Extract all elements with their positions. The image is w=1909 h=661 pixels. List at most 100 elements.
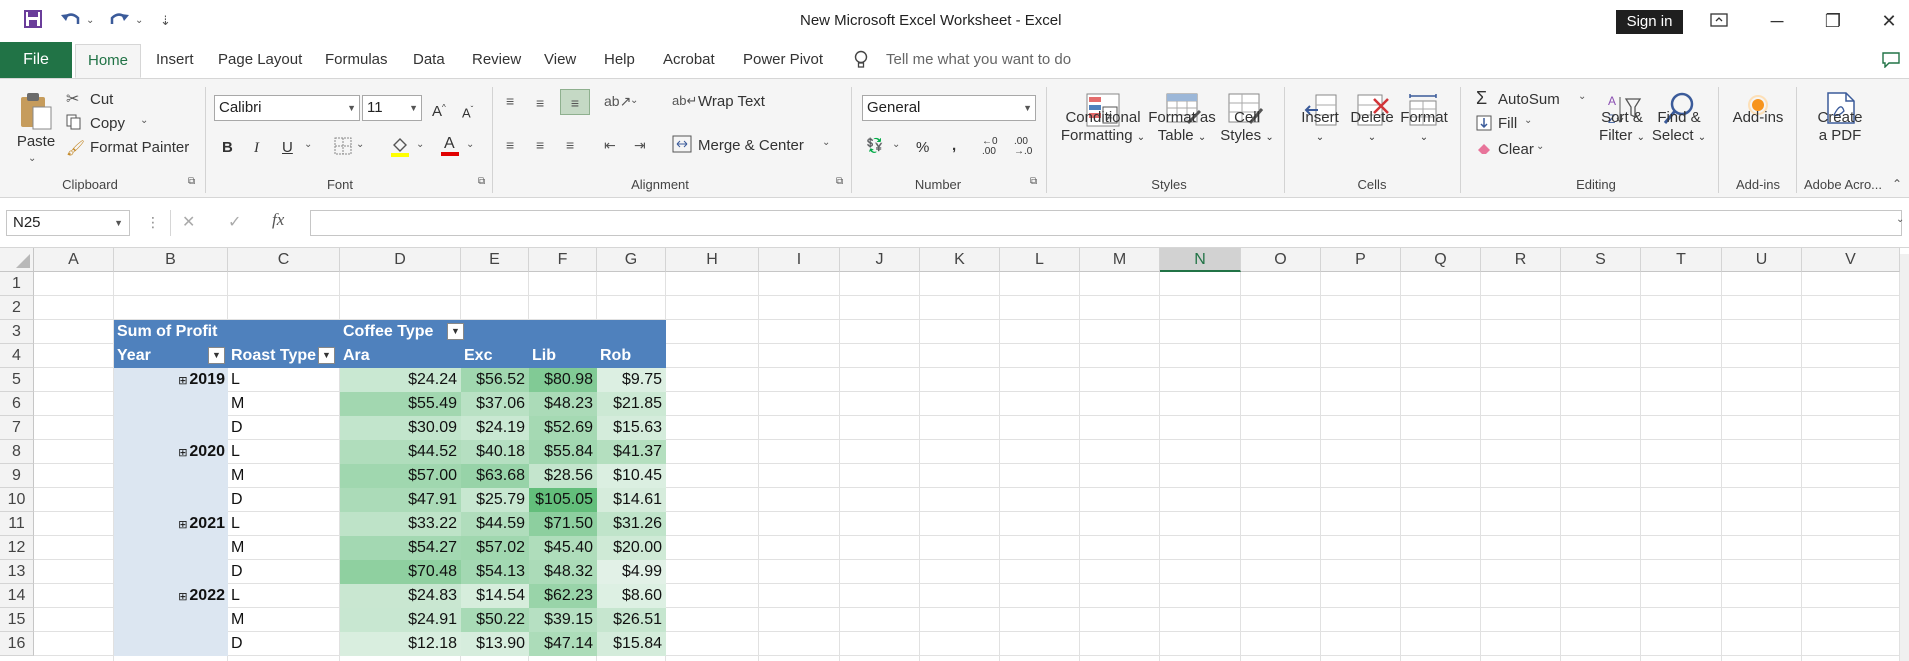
paste-button[interactable]: Paste xyxy=(14,133,58,151)
pivot-value-cell[interactable]: $52.69 xyxy=(529,416,597,440)
create-pdf-button[interactable]: Create a PDF xyxy=(1810,109,1870,145)
sort-filter-button[interactable]: Sort & Filter ⌄ xyxy=(1596,109,1648,147)
wrap-text-button[interactable]: Wrap Text xyxy=(698,93,765,111)
eraser-icon[interactable] xyxy=(1476,141,1492,160)
row-header-10[interactable]: 10 xyxy=(0,488,34,512)
pivot-value-cell[interactable]: $20.00 xyxy=(597,536,666,560)
column-header-D[interactable]: D xyxy=(340,248,461,272)
decrease-indent-icon[interactable]: ⇤ xyxy=(604,137,616,154)
borders-icon[interactable] xyxy=(334,137,352,160)
font-size-box[interactable]: 11 ▼ xyxy=(362,95,422,121)
customize-qat-icon[interactable]: ⇣ xyxy=(160,10,171,32)
enter-icon[interactable]: ✓ xyxy=(228,212,241,232)
font-color-icon[interactable]: A xyxy=(440,133,460,162)
pivot-value-cell[interactable]: $48.23 xyxy=(529,392,597,416)
conditional-formatting-button[interactable]: Conditional Formatting ⌄ xyxy=(1060,109,1146,147)
cut-button[interactable]: Cut xyxy=(90,91,113,109)
column-header-G[interactable]: G xyxy=(597,248,666,272)
pivot-value-cell[interactable]: $54.27 xyxy=(340,536,461,560)
column-header-T[interactable]: T xyxy=(1641,248,1722,272)
pivot-value-cell[interactable]: $63.68 xyxy=(461,464,529,488)
merge-dropdown-icon[interactable]: ⌄ xyxy=(822,137,830,148)
pivot-value-cell[interactable]: $56.52 xyxy=(461,368,529,392)
fill-icon[interactable] xyxy=(1476,115,1492,136)
row-header-15[interactable]: 15 xyxy=(0,608,34,632)
pivot-value-cell[interactable]: $15.63 xyxy=(597,416,666,440)
row-header-4[interactable]: 4 xyxy=(0,344,34,368)
underline-dropdown-icon[interactable]: ⌄ xyxy=(304,139,312,150)
collapse-ribbon-icon[interactable]: ⌃ xyxy=(1892,177,1902,191)
clear-button[interactable]: Clear xyxy=(1498,141,1534,159)
pivot-value-cell[interactable]: $54.13 xyxy=(461,560,529,584)
column-header-H[interactable]: H xyxy=(666,248,759,272)
pivot-value-cell[interactable]: $30.09 xyxy=(340,416,461,440)
sign-in-button[interactable]: Sign in xyxy=(1616,10,1683,34)
format-cells-button[interactable]: Format ⌄ xyxy=(1398,109,1450,147)
column-header-F[interactable]: F xyxy=(529,248,597,272)
pivot-value-cell[interactable]: $41.37 xyxy=(597,440,666,464)
minimize-icon[interactable]: ─ xyxy=(1762,8,1792,34)
tab-review[interactable]: Review xyxy=(472,42,521,78)
pivot-value-cell[interactable]: $10.45 xyxy=(597,464,666,488)
autosum-button[interactable]: AutoSum xyxy=(1498,91,1560,109)
cut-icon[interactable]: ✂ xyxy=(66,89,79,109)
wrap-text-icon[interactable]: ab↵ xyxy=(672,93,697,109)
pivot-value-cell[interactable]: $45.40 xyxy=(529,536,597,560)
pivot-value-cell[interactable]: $55.84 xyxy=(529,440,597,464)
pivot-value-cell[interactable]: $24.83 xyxy=(340,584,461,608)
align-top-icon[interactable]: ≡ xyxy=(506,93,514,109)
align-right-icon[interactable]: ≡ xyxy=(566,137,574,153)
pivot-value-cell[interactable]: $44.59 xyxy=(461,512,529,536)
format-as-table-button[interactable]: Format as Table ⌄ xyxy=(1144,109,1220,147)
orientation-icon[interactable]: ab↗ xyxy=(604,93,631,110)
vertical-scrollbar[interactable] xyxy=(1900,254,1909,661)
orientation-dropdown-icon[interactable]: ⌄ xyxy=(630,95,638,106)
fill-button[interactable]: Fill xyxy=(1498,115,1517,133)
redo-dropdown-icon[interactable]: ⌄ xyxy=(135,10,143,32)
clear-dropdown-icon[interactable]: ⌄ xyxy=(1536,141,1544,152)
align-bottom-icon[interactable]: ≡ xyxy=(560,89,590,115)
formula-input[interactable] xyxy=(310,210,1902,236)
number-launcher-icon[interactable]: ⧉ xyxy=(1030,176,1037,187)
select-all-corner[interactable] xyxy=(0,248,34,272)
tell-me-search[interactable]: Tell me what you want to do xyxy=(886,42,1071,78)
column-header-L[interactable]: L xyxy=(1000,248,1080,272)
row-header-3[interactable]: 3 xyxy=(0,320,34,344)
pivot-value-cell[interactable]: $24.24 xyxy=(340,368,461,392)
row-header-12[interactable]: 12 xyxy=(0,536,34,560)
pivot-value-cell[interactable]: $37.06 xyxy=(461,392,529,416)
pivot-value-cell[interactable]: $47.91 xyxy=(340,488,461,512)
pivot-value-cell[interactable]: $70.48 xyxy=(340,560,461,584)
pivot-value-cell[interactable]: $62.23 xyxy=(529,584,597,608)
row-header-6[interactable]: 6 xyxy=(0,392,34,416)
pivot-value-cell[interactable]: $8.60 xyxy=(597,584,666,608)
add-ins-button[interactable]: Add-ins xyxy=(1728,109,1788,127)
coffee-type-filter-icon[interactable]: ▼ xyxy=(447,323,464,340)
accounting-format-icon[interactable]: 💱 xyxy=(866,137,883,154)
column-header-S[interactable]: S xyxy=(1561,248,1641,272)
expand-collapse-icon[interactable]: ⊞ xyxy=(178,591,187,603)
tab-acrobat[interactable]: Acrobat xyxy=(663,42,715,78)
expand-collapse-icon[interactable]: ⊞ xyxy=(178,375,187,387)
column-header-E[interactable]: E xyxy=(461,248,529,272)
pivot-value-cell[interactable]: $47.14 xyxy=(529,632,597,656)
pivot-value-cell[interactable]: $24.91 xyxy=(340,608,461,632)
merge-center-icon[interactable] xyxy=(672,135,692,158)
comma-icon[interactable]: , xyxy=(952,137,956,155)
insert-cells-button[interactable]: Insert ⌄ xyxy=(1296,109,1344,147)
decrease-decimal-icon[interactable]: .00 →.0 xyxy=(1014,137,1032,157)
increase-decimal-icon[interactable]: ←0.00 xyxy=(982,137,998,157)
align-center-icon[interactable]: ≡ xyxy=(536,137,544,153)
pivot-value-cell[interactable]: $39.15 xyxy=(529,608,597,632)
bold-icon[interactable]: B xyxy=(222,139,233,157)
fill-color-dropdown-icon[interactable]: ⌄ xyxy=(416,139,424,150)
pivot-value-cell[interactable]: $57.02 xyxy=(461,536,529,560)
number-format-box[interactable]: General ▼ xyxy=(862,95,1036,121)
pivot-value-cell[interactable]: $80.98 xyxy=(529,368,597,392)
expand-formula-icon[interactable]: ⌄ xyxy=(1896,214,1904,225)
row-header-2[interactable]: 2 xyxy=(0,296,34,320)
row-header-16[interactable]: 16 xyxy=(0,632,34,656)
percent-icon[interactable]: % xyxy=(916,139,929,157)
alignment-launcher-icon[interactable]: ⧉ xyxy=(836,176,843,187)
restore-icon[interactable]: ❐ xyxy=(1818,8,1848,34)
